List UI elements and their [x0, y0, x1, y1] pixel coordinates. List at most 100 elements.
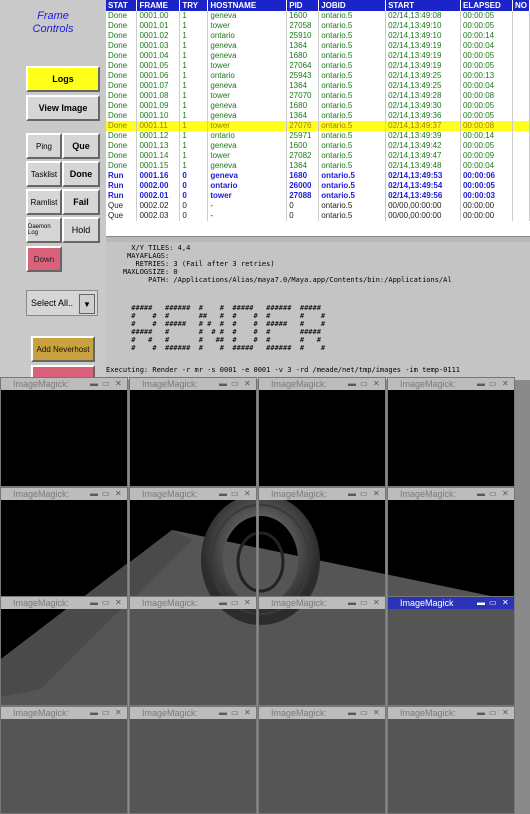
minimize-icon[interactable]: ▬: [219, 488, 227, 500]
table-row[interactable]: Done 0001.04 1 geneva 1680 ontario.5 02/14,13:…: [106, 51, 530, 61]
column-header[interactable]: ELAPSED: [460, 0, 513, 11]
column-header[interactable]: NO: [512, 0, 530, 11]
maximize-icon[interactable]: ▭: [489, 378, 497, 390]
maximize-icon[interactable]: ▭: [360, 597, 368, 609]
maximize-icon[interactable]: ▭: [231, 707, 239, 719]
minimize-icon[interactable]: ▬: [219, 378, 227, 390]
view-image-button[interactable]: View Image: [26, 95, 100, 121]
maximize-icon[interactable]: ▭: [489, 707, 497, 719]
minimize-icon[interactable]: ▬: [90, 378, 98, 390]
column-header[interactable]: TRY: [179, 0, 209, 11]
imagemagick-window[interactable]: ImageMagick: ▬ ▭ ✕: [258, 487, 386, 597]
close-icon[interactable]: ✕: [373, 378, 380, 390]
imagemagick-window[interactable]: ImageMagick: ▬ ▭ ✕: [129, 377, 257, 487]
table-row[interactable]: Run 0002.01 0 tower 27088 ontario.5 02/14,13:4…: [106, 191, 530, 201]
maximize-icon[interactable]: ▭: [489, 597, 497, 609]
column-header[interactable]: STAT: [106, 0, 138, 11]
table-row[interactable]: Done 0001.07 1 geneva 1364 ontario.5 02/14,13:…: [106, 81, 530, 91]
table-row[interactable]: Done 0001.02 1 ontario 25910 ontario.5 02/14,1…: [106, 31, 530, 41]
imagemagick-window[interactable]: ImageMagick: ▬ ▭ ✕: [129, 596, 257, 706]
table-row[interactable]: Done 0001.15 1 geneva 1364 ontario.5 02/14,13:…: [106, 161, 530, 171]
maximize-icon[interactable]: ▭: [360, 707, 368, 719]
minimize-icon[interactable]: ▬: [477, 597, 485, 609]
ramlist-button[interactable]: Ramlist: [26, 189, 62, 215]
imagemagick-window[interactable]: ImageMagick: ▬ ▭ ✕: [387, 706, 515, 814]
window-titlebar[interactable]: ImageMagick: ▬ ▭ ✕: [259, 707, 385, 719]
que-button[interactable]: Que: [62, 133, 100, 159]
minimize-icon[interactable]: ▬: [219, 707, 227, 719]
table-row[interactable]: Done 0001.05 1 tower 27064 ontario.5 02/14,13:…: [106, 61, 530, 71]
table-row[interactable]: Que 0002.03 0-0 ontario.5 00/00,00:00:00 00:0…: [106, 211, 530, 221]
maximize-icon[interactable]: ▭: [102, 707, 110, 719]
imagemagick-window[interactable]: ImageMagick: ▬ ▭ ✕: [387, 487, 515, 597]
close-icon[interactable]: ✕: [115, 488, 122, 500]
close-icon[interactable]: ✕: [115, 597, 122, 609]
table-row[interactable]: Done 0001.11 1 tower 27076 ontario.5 02/14,13:…: [106, 121, 530, 131]
column-header[interactable]: PID: [286, 0, 320, 11]
close-icon[interactable]: ✕: [502, 488, 509, 500]
window-titlebar[interactable]: ImageMagick: ▬ ▭ ✕: [130, 378, 256, 390]
imagemagick-window[interactable]: ImageMagick: ▬ ▭ ✕: [258, 377, 386, 487]
table-row[interactable]: Done 0001.12 1 ontario 25971 ontario.5 02/14,1…: [106, 131, 530, 141]
window-titlebar[interactable]: ImageMagick: ▬ ▭ ✕: [1, 488, 127, 500]
close-icon[interactable]: ✕: [373, 707, 380, 719]
imagemagick-window[interactable]: ImageMagick: ▬ ▭ ✕: [258, 596, 386, 706]
window-titlebar[interactable]: ImageMagick: ▬ ▭ ✕: [130, 707, 256, 719]
column-header[interactable]: FRAME: [136, 0, 181, 11]
table-row[interactable]: Done 0001.00 1 geneva 1600 ontario.5 02/14,13:…: [106, 11, 530, 21]
table-row[interactable]: Done 0001.06 1 ontario 25943 ontario.5 02/14,1…: [106, 71, 530, 81]
maximize-icon[interactable]: ▭: [102, 597, 110, 609]
table-row[interactable]: Run 0002.00 0 ontario 26000 ontario.5 02/14,13…: [106, 181, 530, 191]
ping-button[interactable]: Ping: [26, 133, 62, 159]
close-icon[interactable]: ✕: [115, 707, 122, 719]
close-icon[interactable]: ✕: [115, 378, 122, 390]
window-titlebar[interactable]: ImageMagick: ▬ ▭ ✕: [388, 707, 514, 719]
table-row[interactable]: Done 0001.10 1 geneva 1364 ontario.5 02/14,13:…: [106, 111, 530, 121]
maximize-icon[interactable]: ▭: [231, 488, 239, 500]
window-titlebar[interactable]: ImageMagick: ▬ ▭ ✕: [1, 707, 127, 719]
window-titlebar[interactable]: ImageMagick: ▬ ▭ ✕: [130, 597, 256, 609]
close-icon[interactable]: ✕: [502, 597, 509, 609]
table-row[interactable]: Que 0002.02 0-0 ontario.5 00/00,00:00:00 00:0…: [106, 201, 530, 211]
imagemagick-window[interactable]: ImageMagick: ▬ ▭ ✕: [0, 377, 128, 487]
maximize-icon[interactable]: ▭: [102, 378, 110, 390]
imagemagick-window[interactable]: ImageMagick: ▬ ▭ ✕: [0, 596, 128, 706]
window-titlebar[interactable]: ImageMagick: ▬ ▭ ✕: [388, 378, 514, 390]
imagemagick-window[interactable]: ImageMagick: ▬ ▭ ✕: [0, 706, 128, 814]
window-titlebar[interactable]: ImageMagick: ▬ ▭ ✕: [259, 488, 385, 500]
close-icon[interactable]: ✕: [244, 707, 251, 719]
maximize-icon[interactable]: ▭: [231, 597, 239, 609]
maximize-icon[interactable]: ▭: [360, 378, 368, 390]
imagemagick-window[interactable]: ImageMagick ▬ ▭ ✕: [387, 596, 515, 706]
close-icon[interactable]: ✕: [244, 597, 251, 609]
select-all-dropdown[interactable]: Select All.. ▼: [26, 290, 98, 316]
window-titlebar[interactable]: ImageMagick: ▬ ▭ ✕: [1, 378, 127, 390]
minimize-icon[interactable]: ▬: [477, 707, 485, 719]
close-icon[interactable]: ✕: [373, 488, 380, 500]
minimize-icon[interactable]: ▬: [90, 707, 98, 719]
column-header[interactable]: HOSTNAME: [207, 0, 288, 11]
down-button[interactable]: Down: [26, 246, 62, 272]
window-titlebar[interactable]: ImageMagick: ▬ ▭ ✕: [130, 488, 256, 500]
minimize-icon[interactable]: ▬: [348, 597, 356, 609]
minimize-icon[interactable]: ▬: [477, 378, 485, 390]
minimize-icon[interactable]: ▬: [348, 707, 356, 719]
minimize-icon[interactable]: ▬: [90, 488, 98, 500]
column-header[interactable]: START: [385, 0, 461, 11]
minimize-icon[interactable]: ▬: [90, 597, 98, 609]
window-titlebar[interactable]: ImageMagick: ▬ ▭ ✕: [259, 597, 385, 609]
fail-button[interactable]: Fail: [62, 189, 100, 215]
close-icon[interactable]: ✕: [244, 378, 251, 390]
minimize-icon[interactable]: ▬: [477, 488, 485, 500]
close-icon[interactable]: ✕: [502, 707, 509, 719]
table-row[interactable]: Done 0001.13 1 geneva 1600 ontario.5 02/14,13:…: [106, 141, 530, 151]
table-row[interactable]: Done 0001.14 1 tower 27082 ontario.5 02/14,13:…: [106, 151, 530, 161]
column-header[interactable]: JOBID: [318, 0, 387, 11]
table-row[interactable]: Done 0001.01 1 tower 27058 ontario.5 02/14,13:…: [106, 21, 530, 31]
imagemagick-window[interactable]: ImageMagick: ▬ ▭ ✕: [258, 706, 386, 814]
imagemagick-window[interactable]: ImageMagick: ▬ ▭ ✕: [387, 377, 515, 487]
maximize-icon[interactable]: ▭: [231, 378, 239, 390]
add-neverhost-button[interactable]: Add Neverhost: [31, 336, 95, 362]
minimize-icon[interactable]: ▬: [348, 488, 356, 500]
logs-button[interactable]: Logs: [26, 66, 100, 92]
